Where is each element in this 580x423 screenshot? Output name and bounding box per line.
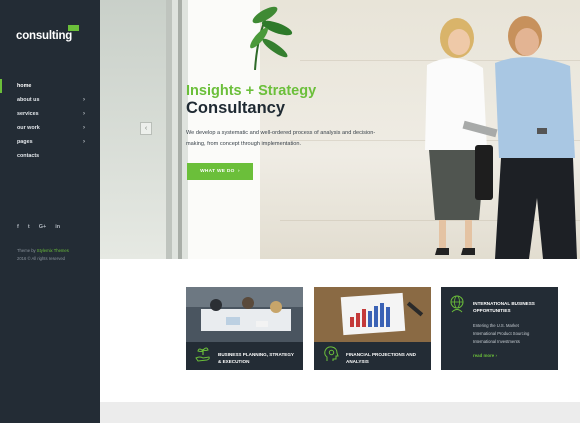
logo[interactable]: consulting (16, 30, 72, 42)
logo-badge (68, 25, 79, 31)
hero-subtitle: Consultancy (186, 99, 286, 117)
card-title: INTERNATIONAL BUSINESS OPPORTUNITIES (473, 301, 535, 313)
nav-item-label: home (17, 83, 32, 89)
finance-chart-photo (314, 287, 431, 342)
read-more-link[interactable]: read more › (473, 353, 497, 358)
nav-item-label: services (17, 111, 39, 117)
nav-item-label: contacts (17, 153, 40, 159)
businessman-image (495, 16, 577, 259)
list-item[interactable]: International Investments (473, 338, 555, 346)
list-item[interactable]: International Product Sourcing (473, 330, 555, 338)
hero-description: We develop a systematic and well-ordered… (186, 130, 376, 147)
twitter-icon[interactable]: t (28, 224, 30, 230)
linkedin-icon[interactable]: in (55, 224, 60, 230)
chevron-right-icon: › (83, 111, 85, 117)
hero-title: Insights + Strategy (186, 83, 317, 99)
globe-person-icon (450, 295, 464, 313)
google-plus-icon[interactable]: G+ (39, 224, 47, 230)
nav-item-label: about us (17, 97, 40, 103)
main-nav: home about us › services › our work › pages… (17, 79, 85, 163)
social-links: f t G+ in (17, 224, 60, 230)
list-item[interactable]: Entering the U.S. Market (473, 322, 555, 330)
footer-band (100, 402, 580, 423)
service-card-international-business[interactable]: INTERNATIONAL BUSINESS OPPORTUNITIES Ent… (441, 287, 558, 370)
nav-item-label: pages (17, 139, 33, 145)
copyright: 2016 © All rights reserved (17, 256, 66, 261)
service-card-business-planning[interactable]: BUSINESS PLANNING, STRATEGY & EXECUTION (186, 287, 303, 370)
button-label: WHAT WE DO (200, 169, 235, 174)
nav-item-services[interactable]: services › (17, 107, 85, 121)
plant-image (250, 6, 293, 70)
credits: Theme by Stylemix Themes 2016 © All righ… (17, 247, 69, 263)
nav-item-home[interactable]: home (17, 79, 85, 93)
credit-prefix: Theme by (17, 248, 37, 253)
slider-prev-arrow[interactable]: ‹ (140, 122, 152, 135)
chevron-right-icon: › (237, 169, 240, 174)
chevron-right-icon: › (83, 139, 85, 145)
head-gear-icon (324, 346, 339, 361)
nav-item-label: our work (17, 125, 40, 131)
plant-hand-icon (195, 347, 210, 362)
card-label: BUSINESS PLANNING, STRATEGY & EXECUTION (218, 352, 294, 364)
meeting-photo (186, 287, 303, 342)
chevron-right-icon: › (83, 125, 85, 131)
nav-item-about-us[interactable]: about us › (17, 93, 85, 107)
service-card-financial-projections[interactable]: FINANCIAL PROJECTIONS AND ANALYSIS (314, 287, 431, 370)
what-we-do-button[interactable]: WHAT WE DO › (187, 163, 253, 180)
facebook-icon[interactable]: f (17, 224, 19, 230)
nav-item-contacts[interactable]: contacts (17, 149, 85, 163)
chevron-right-icon: › (83, 97, 85, 103)
window-glass (100, 0, 166, 259)
theme-credit: Theme by Stylemix Themes (17, 247, 69, 255)
card-list: Entering the U.S. Market International P… (473, 322, 555, 346)
nav-item-pages[interactable]: pages › (17, 135, 85, 149)
card-label: FINANCIAL PROJECTIONS AND ANALYSIS (346, 352, 416, 364)
sidebar: consulting home about us › services › our … (0, 0, 100, 423)
nav-item-our-work[interactable]: our work › (17, 121, 85, 135)
window-post (166, 0, 172, 259)
theme-author-link[interactable]: Stylemix Themes (37, 248, 69, 253)
nav-active-indicator (0, 79, 2, 93)
window-post (178, 0, 182, 259)
